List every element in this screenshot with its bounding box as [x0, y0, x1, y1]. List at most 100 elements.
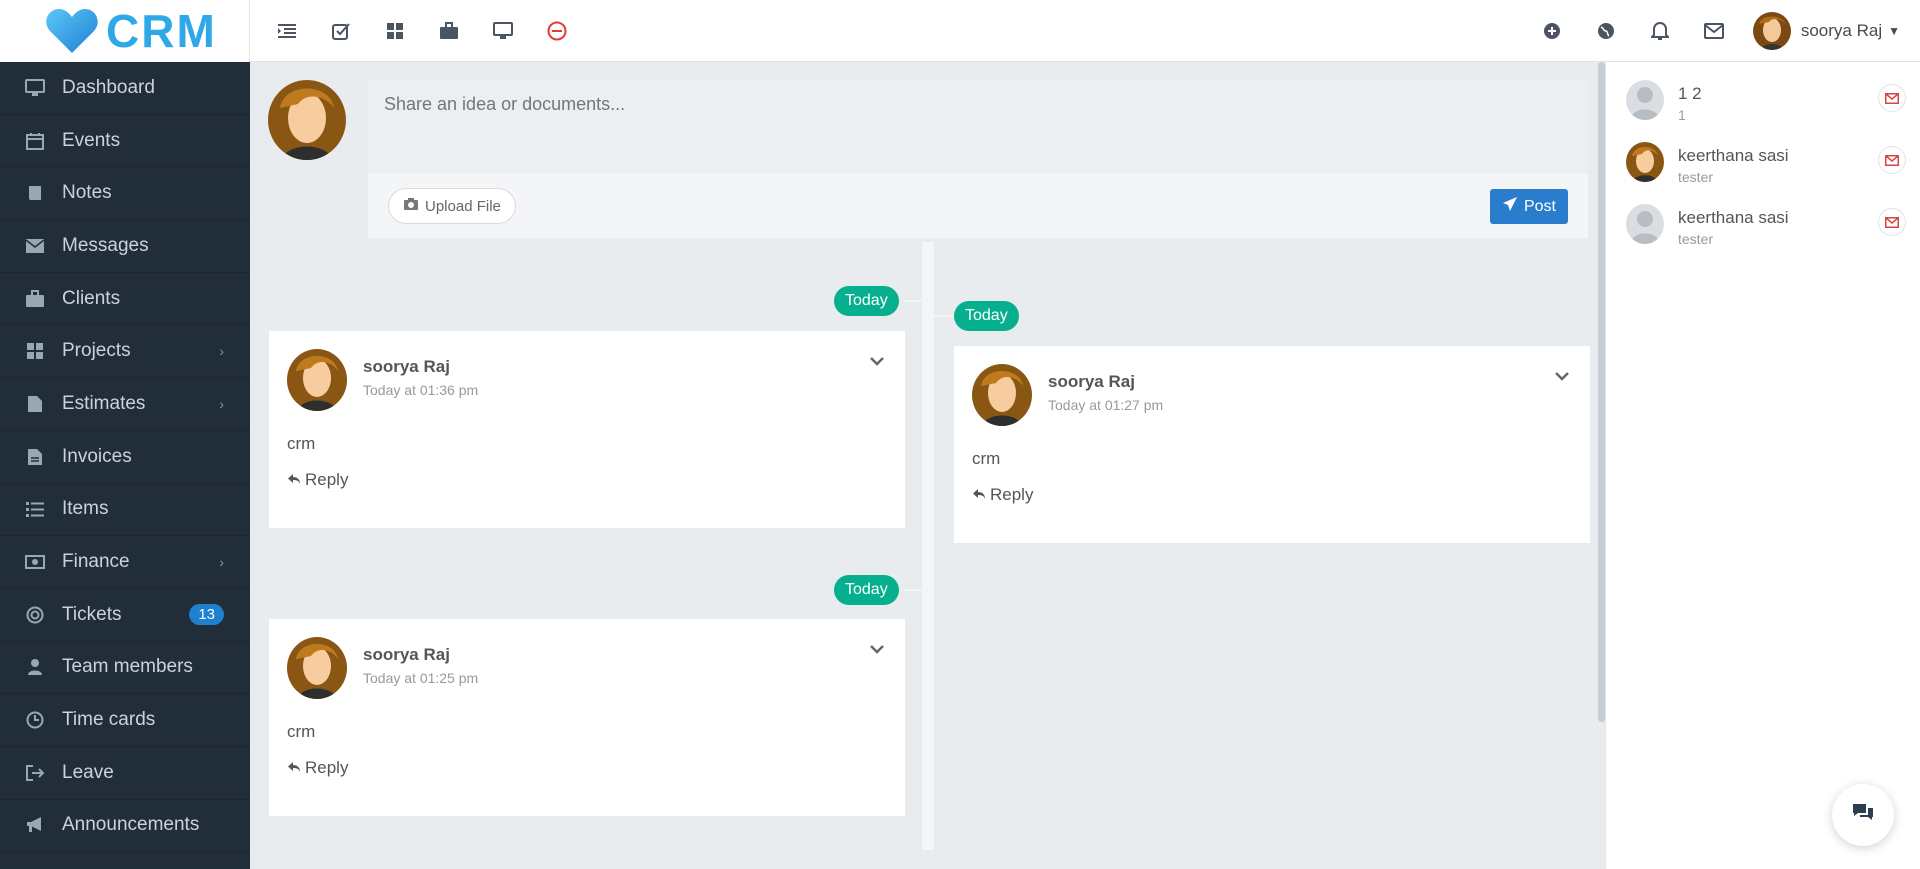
book-icon — [24, 183, 46, 203]
brand-name: CRM — [106, 5, 217, 57]
camera-icon — [403, 197, 419, 215]
chevron-right-icon: › — [219, 343, 224, 360]
sidebar-item-messages[interactable]: Messages — [0, 220, 250, 273]
bell-icon[interactable] — [1633, 0, 1687, 62]
tickets-count-badge: 13 — [189, 604, 224, 626]
topbar: soorya Raj ▼ — [250, 0, 1920, 62]
reply-label: Reply — [990, 485, 1034, 504]
envelope-icon[interactable] — [1878, 146, 1906, 174]
avatar — [268, 80, 346, 160]
contact-name: keerthana sasi — [1678, 208, 1789, 227]
user-menu[interactable]: soorya Raj ▼ — [1752, 11, 1900, 50]
sidebar-item-projects[interactable]: Projects › — [0, 325, 250, 379]
reply-label: Reply — [305, 758, 349, 777]
desktop-icon[interactable] — [476, 0, 530, 62]
sidebar-item-notes[interactable]: Notes — [0, 167, 250, 221]
upload-file-button[interactable]: Upload File — [388, 188, 516, 224]
sidebar-item-label: Dashboard — [62, 76, 155, 98]
sidebar-item-label: Team members — [62, 656, 193, 678]
timeline-post: soorya Raj Today at 01:27 pm crm Reply — [954, 346, 1590, 543]
avatar — [1626, 80, 1664, 120]
sidebar-item-label: Announcements — [62, 814, 200, 836]
sidebar-nav: Dashboard Events Notes Messages Clients … — [0, 62, 250, 853]
sidebar-item-label: Leave — [62, 761, 114, 783]
check-square-icon[interactable] — [314, 0, 368, 62]
chevron-down-icon[interactable] — [869, 641, 885, 659]
chevron-right-icon: › — [219, 395, 224, 412]
sidebar-item-label: Events — [62, 129, 121, 151]
avatar — [287, 637, 347, 699]
chat-button[interactable] — [1832, 784, 1894, 846]
brand-logo[interactable]: CRM — [0, 0, 250, 62]
plus-circle-icon[interactable] — [1525, 0, 1579, 62]
sidebar-item-leave[interactable]: Leave — [0, 747, 250, 800]
contact-item[interactable]: 1 2 1 — [1626, 80, 1906, 130]
sidebar-item-items[interactable]: Items — [0, 484, 250, 537]
contact-item[interactable]: keerthana sasi tester — [1626, 142, 1906, 192]
share-idea-input[interactable] — [368, 80, 1588, 174]
sidebar-item-label: Time cards — [62, 709, 156, 731]
scrollbar[interactable] — [1598, 62, 1605, 722]
sidebar-item-label: Projects — [62, 340, 131, 362]
contacts-panel: 1 2 1 keerthana sasi tester keerthana sa… — [1605, 62, 1920, 869]
sidebar-item-invoices[interactable]: Invoices — [0, 431, 250, 484]
user-name: soorya Raj — [1800, 20, 1883, 40]
file-icon — [24, 394, 46, 414]
envelope-icon[interactable] — [1878, 84, 1906, 112]
sidebar-item-label: Clients — [62, 287, 121, 309]
envelope-icon — [24, 236, 46, 256]
timeline-post: soorya Raj Today at 01:25 pm crm Reply — [269, 619, 905, 816]
sidebar-item-team-members[interactable]: Team members — [0, 642, 250, 695]
menu-toggle-icon[interactable] — [260, 0, 314, 62]
sidebar-item-estimates[interactable]: Estimates › — [0, 378, 250, 431]
chevron-down-icon[interactable] — [1554, 368, 1570, 386]
grid-icon — [24, 341, 46, 361]
sidebar-item-label: Tickets — [62, 603, 122, 625]
avatar — [1752, 11, 1791, 50]
contact-role: tester — [1678, 169, 1714, 185]
briefcase-icon[interactable] — [422, 0, 476, 62]
sign-out-icon — [24, 763, 46, 783]
sidebar-item-label: Finance — [62, 551, 130, 573]
desktop-icon — [24, 78, 46, 98]
stop-circle-icon[interactable] — [530, 0, 584, 62]
list-icon — [24, 499, 46, 519]
comments-icon — [1851, 802, 1875, 829]
timeline-main: Upload File Post Today soorya Raj Today … — [250, 62, 1605, 869]
envelope-icon[interactable] — [1878, 208, 1906, 236]
reply-link[interactable]: Reply — [972, 485, 1033, 505]
caret-down-icon: ▼ — [1888, 23, 1900, 38]
sidebar-item-events[interactable]: Events — [0, 115, 250, 168]
bullhorn-icon — [24, 815, 46, 835]
grid-icon[interactable] — [368, 0, 422, 62]
sidebar-item-tickets[interactable]: Tickets 13 — [0, 589, 250, 642]
envelope-icon[interactable] — [1687, 0, 1741, 62]
reply-icon — [287, 758, 301, 778]
chevron-down-icon[interactable] — [869, 353, 885, 371]
reply-link[interactable]: Reply — [287, 758, 348, 778]
post-time: Today at 01:27 pm — [1048, 397, 1164, 413]
post-author[interactable]: soorya Raj — [1048, 372, 1135, 392]
sidebar-item-label: Items — [62, 498, 109, 520]
globe-icon[interactable] — [1579, 0, 1633, 62]
sidebar-item-label: Estimates — [62, 392, 146, 414]
reply-link[interactable]: Reply — [287, 470, 348, 490]
date-badge: Today — [834, 575, 899, 605]
post-button[interactable]: Post — [1489, 189, 1568, 224]
upload-file-label: Upload File — [425, 197, 501, 215]
post-time: Today at 01:36 pm — [363, 382, 479, 398]
timeline-line — [922, 242, 934, 850]
post-body: crm — [972, 449, 1001, 468]
contact-item[interactable]: keerthana sasi tester — [1626, 204, 1906, 254]
sidebar-item-announcements[interactable]: Announcements — [0, 800, 250, 853]
sidebar-item-label: Invoices — [62, 445, 132, 467]
post-author[interactable]: soorya Raj — [363, 645, 450, 665]
sidebar-item-label: Notes — [62, 182, 112, 204]
sidebar-item-dashboard[interactable]: Dashboard — [0, 62, 250, 115]
date-badge: Today — [954, 301, 1019, 331]
sidebar-item-clients[interactable]: Clients — [0, 273, 250, 326]
contact-role: 1 — [1678, 107, 1686, 123]
sidebar-item-finance[interactable]: Finance › — [0, 536, 250, 589]
sidebar-item-time-cards[interactable]: Time cards — [0, 694, 250, 747]
post-author[interactable]: soorya Raj — [363, 357, 450, 377]
